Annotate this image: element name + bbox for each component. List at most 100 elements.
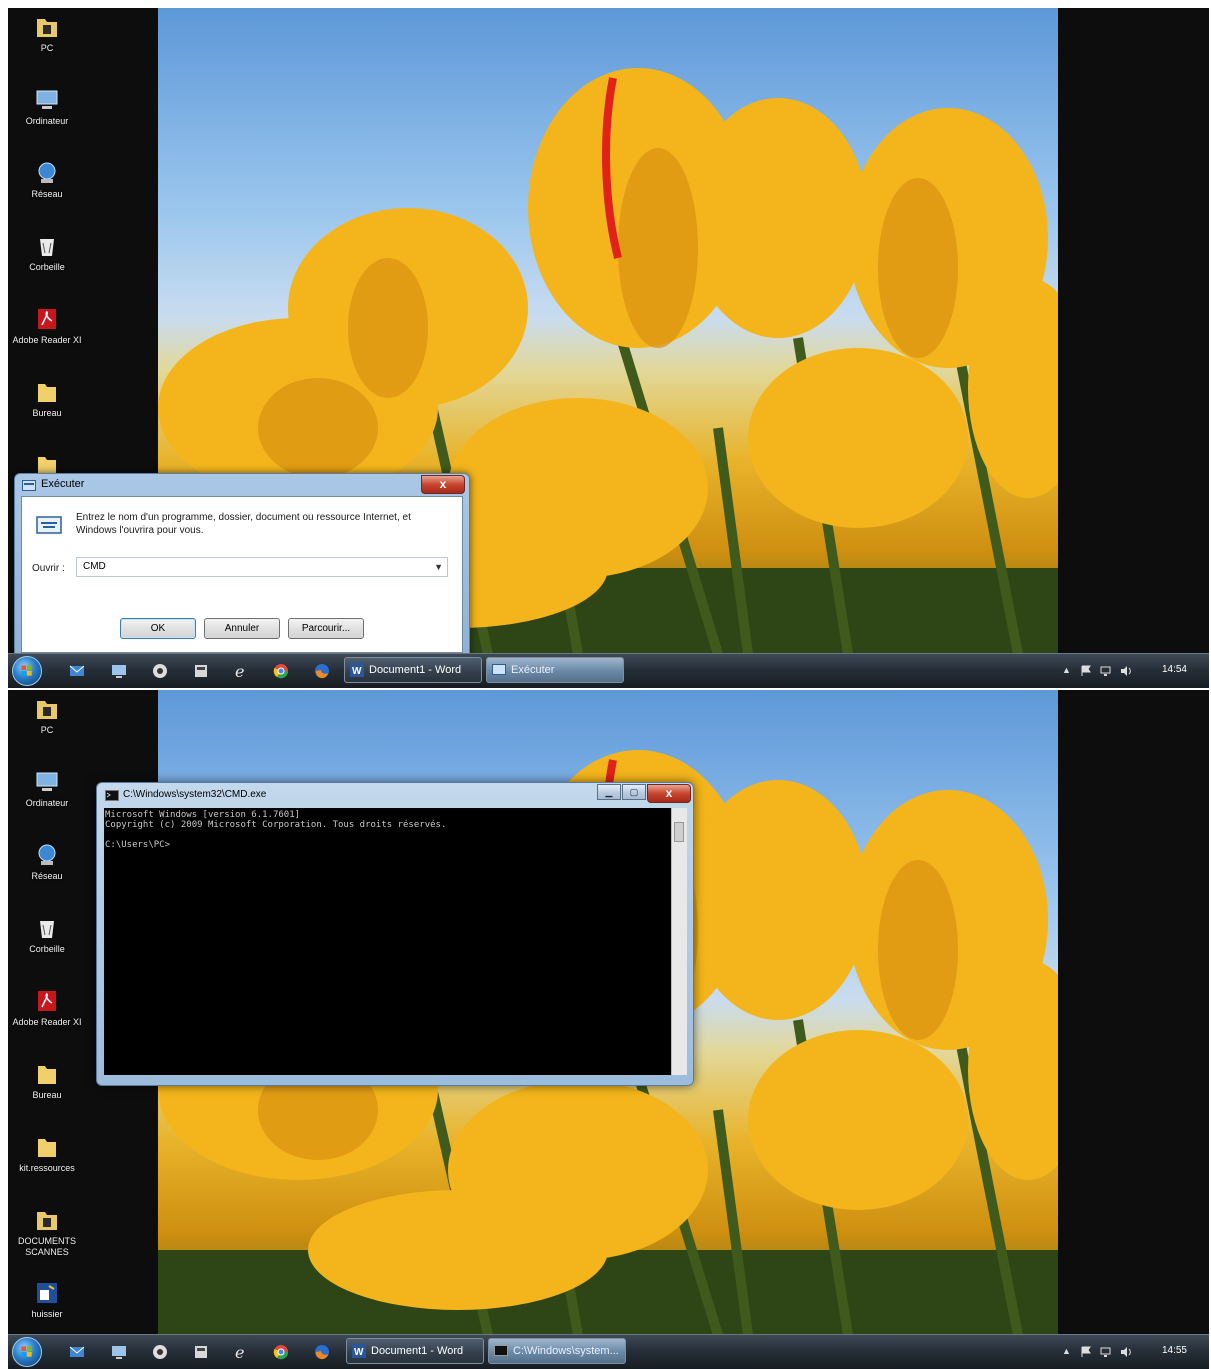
- adobe-reader-icon: [38, 309, 56, 329]
- taskbar-button-word[interactable]: W Document1 - Word: [346, 1338, 484, 1364]
- windows-logo-icon: [21, 665, 32, 676]
- desktop-icon-corbeille[interactable]: Corbeille: [8, 915, 86, 955]
- firefox-icon[interactable]: [313, 662, 331, 680]
- network-status-icon[interactable]: [1100, 1346, 1112, 1358]
- show-hidden-icons-icon[interactable]: ▲: [1062, 665, 1074, 677]
- taskbar-button-cmd[interactable]: C:\Windows\system...: [488, 1338, 626, 1364]
- desktop-icon-documents-scannes[interactable]: DOCUMENTS SCANNES: [8, 1207, 86, 1258]
- recycle-bin-icon: [40, 921, 54, 938]
- desktop-icon-adobe-reader[interactable]: Adobe Reader XI: [8, 306, 86, 346]
- minimize-button[interactable]: ▁: [597, 784, 621, 800]
- word-icon: W: [352, 1344, 366, 1358]
- taskbar-button-label: Exécuter: [511, 664, 555, 676]
- flag-icon[interactable]: [1080, 665, 1092, 677]
- flag-icon[interactable]: [1080, 1346, 1092, 1358]
- computer-icon: [36, 90, 58, 109]
- taskbar-button-label: Document1 - Word: [371, 1345, 464, 1357]
- clock[interactable]: 14:54: [1162, 664, 1187, 675]
- desktop-icon-label: Réseau: [31, 871, 63, 881]
- network-status-icon[interactable]: [1100, 665, 1112, 677]
- chrome-icon[interactable]: [272, 1343, 290, 1361]
- taskbar-button-label: C:\Windows\system...: [513, 1345, 619, 1357]
- desktop-icon-bureau[interactable]: Bureau: [8, 1061, 86, 1101]
- desktop-icon-corbeille[interactable]: Corbeille: [8, 233, 86, 273]
- desktop-icon-label: Bureau: [32, 408, 62, 418]
- desktop-icon-kit-ressources[interactable]: kit.ressources: [8, 1134, 86, 1174]
- cancel-button[interactable]: Annuler: [204, 618, 280, 639]
- mail-icon[interactable]: [68, 1343, 86, 1361]
- screenshot-top: PC Ordinateur Réseau Corbeille Adobe Rea…: [8, 8, 1209, 688]
- windows-logo-icon: [21, 1346, 32, 1357]
- desktop-icon-label: DOCUMENTS SCANNES: [18, 1236, 76, 1257]
- svg-text:e: e: [235, 1343, 244, 1361]
- internet-explorer-icon[interactable]: e: [232, 1343, 250, 1361]
- taskbar: e W Document1 - Word Exécuter ▲ 14:54: [8, 653, 1209, 688]
- show-hidden-icons-icon[interactable]: ▲: [1062, 1346, 1074, 1358]
- desktop-icon-bureau[interactable]: Bureau: [8, 379, 86, 419]
- volume-icon[interactable]: [1120, 665, 1132, 677]
- shortcut-icon: [37, 1283, 57, 1303]
- close-button[interactable]: x: [421, 475, 465, 494]
- cmd-window: C:\Windows\system32\CMD.exe ▁ ▢ x Micros…: [96, 782, 694, 1086]
- computer-icon: [36, 772, 58, 791]
- folder-icon: [38, 1139, 56, 1157]
- user-folder-icon: [37, 1212, 57, 1230]
- close-button[interactable]: x: [647, 784, 691, 803]
- taskbar-button-word[interactable]: W Document1 - Word: [344, 657, 482, 683]
- media-player-icon[interactable]: [151, 662, 169, 680]
- desktop-icon-label: Ordinateur: [25, 116, 69, 126]
- scrollbar-thumb[interactable]: [674, 822, 684, 842]
- network-icon: [38, 162, 56, 183]
- desktop-icon[interactable]: [110, 1343, 128, 1361]
- run-dialog-body: Entrez le nom d'un programme, dossier, d…: [21, 496, 463, 653]
- explorer-icon[interactable]: [192, 662, 210, 680]
- desktop-icon-pc[interactable]: PC: [8, 14, 86, 54]
- desktop-icon-reseau[interactable]: Réseau: [8, 842, 86, 882]
- desktop-icon-label: Réseau: [31, 189, 63, 199]
- start-button[interactable]: [12, 656, 42, 686]
- cmd-icon: [494, 1345, 508, 1356]
- clock[interactable]: 14:55: [1162, 1345, 1187, 1356]
- open-input[interactable]: CMD ▼: [76, 557, 448, 577]
- desktop-icon[interactable]: [110, 662, 128, 680]
- desktop-icon-label: kit.ressources: [19, 1163, 75, 1173]
- desktop-icon-reseau[interactable]: Réseau: [8, 160, 86, 200]
- ok-button[interactable]: OK: [120, 618, 196, 639]
- run-icon: [492, 664, 506, 675]
- run-icon: [22, 480, 36, 491]
- chrome-icon[interactable]: [272, 662, 290, 680]
- vertical-scrollbar[interactable]: [671, 808, 687, 1075]
- svg-text:e: e: [235, 662, 244, 680]
- run-dialog-message: Entrez le nom d'un programme, dossier, d…: [76, 512, 411, 536]
- internet-explorer-icon[interactable]: e: [232, 662, 250, 680]
- svg-text:W: W: [352, 666, 362, 677]
- start-button[interactable]: [12, 1337, 42, 1367]
- taskbar-button-label: Document1 - Word: [369, 664, 462, 676]
- desktop-icon-label: PC: [40, 725, 54, 735]
- media-player-icon[interactable]: [151, 1343, 169, 1361]
- open-label: Ouvrir :: [32, 563, 65, 574]
- console-prompt: C:\Users\PC>: [105, 840, 171, 850]
- folder-icon: [38, 384, 56, 402]
- desktop-icon-ordinateur[interactable]: Ordinateur: [8, 87, 86, 127]
- browse-button[interactable]: Parcourir...: [288, 618, 364, 639]
- maximize-button[interactable]: ▢: [622, 784, 646, 800]
- firefox-icon[interactable]: [313, 1343, 331, 1361]
- adobe-reader-icon: [38, 991, 56, 1011]
- taskbar-button-run[interactable]: Exécuter: [486, 657, 624, 683]
- run-dialog-title: Exécuter: [41, 478, 85, 490]
- taskbar: e W Document1 - Word C:\Windows\system..…: [8, 1334, 1209, 1369]
- word-icon: W: [350, 663, 364, 677]
- volume-icon[interactable]: [1120, 1346, 1132, 1358]
- desktop-icon-huissier[interactable]: huissier: [8, 1280, 86, 1320]
- mail-icon[interactable]: [68, 662, 86, 680]
- console-output[interactable]: Microsoft Windows [version 6.1.7601] Cop…: [104, 808, 671, 1075]
- desktop-icon-label: Bureau: [32, 1090, 62, 1100]
- desktop-icon-ordinateur[interactable]: Ordinateur: [8, 769, 86, 809]
- explorer-icon[interactable]: [192, 1343, 210, 1361]
- dropdown-arrow-icon[interactable]: ▼: [434, 558, 443, 576]
- desktop-icon-adobe-reader[interactable]: Adobe Reader XI: [8, 988, 86, 1028]
- desktop-icon-label: Adobe Reader XI: [12, 1017, 82, 1027]
- user-folder-icon: [37, 701, 57, 719]
- desktop-icon-pc[interactable]: PC: [8, 696, 86, 736]
